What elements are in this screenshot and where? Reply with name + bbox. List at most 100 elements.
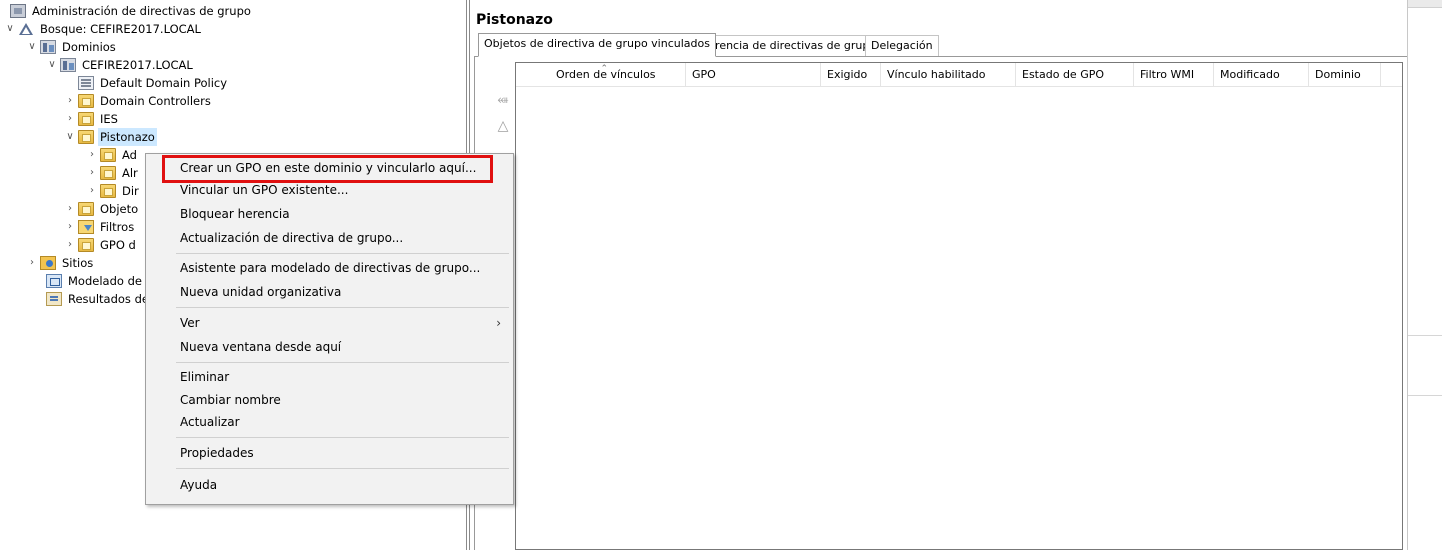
column-header-domain[interactable]: Dominio	[1309, 63, 1381, 87]
tree-item-label: Administración de directivas de grupo	[32, 4, 251, 18]
menu-item-rename[interactable]: Cambiar nombre	[146, 389, 513, 411]
tree-item-label: CEFIRE2017.LOCAL	[82, 58, 193, 72]
ou-folder-icon	[100, 148, 116, 162]
tree-item-label: Default Domain Policy	[100, 76, 228, 90]
menu-item-delete[interactable]: Eliminar	[146, 366, 513, 388]
column-header-wmi-filter[interactable]: Filtro WMI	[1134, 63, 1214, 87]
tree-item-label: GPO d	[100, 238, 136, 252]
tree-item-default-domain-policy[interactable]: Default Domain Policy	[76, 74, 229, 92]
menu-item-group-policy-update[interactable]: Actualización de directiva de grupo...	[146, 227, 513, 249]
column-header-modified[interactable]: Modificado	[1214, 63, 1309, 87]
sort-ascending-icon: ⌃	[600, 64, 609, 74]
tree-item-forest[interactable]: ∨ Bosque: CEFIRE2017.LOCAL	[4, 20, 203, 38]
modeling-icon	[46, 274, 62, 288]
menu-item-new-window[interactable]: Nueva ventana desde aquí	[146, 336, 513, 358]
tab-delegation[interactable]: Delegación	[865, 35, 939, 56]
tree-item-results[interactable]: Resultados de	[44, 290, 151, 308]
chevron-right-icon[interactable]: ›	[64, 236, 76, 254]
ou-folder-icon	[78, 130, 94, 144]
chevron-right-icon[interactable]: ›	[86, 146, 98, 164]
ou-folder-icon	[100, 166, 116, 180]
chevron-right-icon[interactable]: ›	[86, 164, 98, 182]
tree-item-ies[interactable]: › IES	[64, 110, 120, 128]
ou-folder-icon	[78, 94, 94, 108]
tree-item-label: Filtros	[100, 220, 135, 234]
menu-item-help[interactable]: Ayuda	[146, 474, 513, 496]
tree-item-modeling[interactable]: Modelado de	[44, 272, 144, 290]
chevron-right-icon[interactable]: ›	[26, 254, 38, 272]
chevron-down-icon[interactable]: ∨	[4, 20, 16, 38]
tree-item-domain[interactable]: ∨ CEFIRE2017.LOCAL	[46, 56, 195, 74]
chevron-right-icon[interactable]: ›	[86, 182, 98, 200]
chevron-down-icon[interactable]: ∨	[46, 56, 58, 74]
chevron-down-icon[interactable]: ∨	[64, 128, 76, 146]
column-header-link-order[interactable]: ⌃ Orden de vínculos	[516, 63, 686, 87]
menu-separator	[176, 362, 509, 363]
chevron-right-icon[interactable]: ›	[64, 110, 76, 128]
results-icon	[46, 292, 62, 306]
gpo-link-icon	[78, 76, 94, 90]
menu-separator	[176, 437, 509, 438]
chevron-down-icon[interactable]: ∨	[26, 38, 38, 56]
gpo-container-icon	[78, 202, 94, 216]
linked-gpo-table: ⌃ Orden de vínculos GPO Exigido Vínculo …	[515, 62, 1403, 550]
actions-pane-header	[1408, 0, 1442, 8]
tree-item-child-3[interactable]: › Dir	[86, 182, 141, 200]
ou-folder-icon	[78, 112, 94, 126]
tab-gp-inheritance[interactable]: Herencia de directivas de grupo	[694, 35, 883, 56]
tree-item-label: Modelado de	[68, 274, 142, 288]
chevron-right-icon[interactable]: ›	[64, 218, 76, 236]
chevron-right-icon[interactable]: ›	[64, 92, 76, 110]
menu-item-view[interactable]: Ver ›	[146, 312, 513, 334]
submenu-arrow-icon: ›	[496, 316, 501, 330]
domain-icon	[60, 58, 76, 72]
actions-pane-edge	[1407, 0, 1442, 550]
menu-item-new-ou[interactable]: Nueva unidad organizativa	[146, 281, 513, 303]
tree-item-gpo-objects[interactable]: › Objeto	[64, 200, 140, 218]
menu-separator	[176, 307, 509, 308]
tree-item-starter-gpos[interactable]: › GPO d	[64, 236, 138, 254]
menu-separator	[176, 253, 509, 254]
page-title: Pistonazo	[476, 12, 553, 28]
divider	[1408, 335, 1442, 336]
menu-item-modeling-wizard[interactable]: Asistente para modelado de directivas de…	[146, 257, 513, 279]
menu-item-properties[interactable]: Propiedades	[146, 442, 513, 464]
domains-icon	[40, 40, 56, 54]
tree-item-label: Ad	[122, 148, 137, 162]
tree-item-label: Dir	[122, 184, 139, 198]
starter-gpo-icon	[78, 238, 94, 252]
tree-item-root[interactable]: Administración de directivas de grupo	[8, 2, 253, 20]
divider	[1408, 395, 1442, 396]
tree-item-pistonazo[interactable]: ∨ Pistonazo	[64, 128, 157, 146]
filter-icon	[78, 220, 94, 234]
tree-item-child-1[interactable]: › Ad	[86, 146, 139, 164]
move-top-icon[interactable]: ⬵	[495, 92, 511, 108]
tree-item-label: Alr	[122, 166, 138, 180]
column-header-gpo-status[interactable]: Estado de GPO	[1016, 63, 1134, 87]
tree-item-label: Domain Controllers	[100, 94, 211, 108]
column-header-gpo[interactable]: GPO	[686, 63, 821, 87]
column-header-enforced[interactable]: Exigido	[821, 63, 881, 87]
menu-item-block-inheritance[interactable]: Bloquear herencia	[146, 203, 513, 225]
forest-icon	[18, 22, 34, 36]
tree-item-domains[interactable]: ∨ Dominios	[26, 38, 118, 56]
highlight-box	[162, 155, 493, 183]
menu-item-refresh[interactable]: Actualizar	[146, 411, 513, 433]
tree-item-child-2[interactable]: › Alr	[86, 164, 140, 182]
tree-item-label: Dominios	[62, 40, 116, 54]
menu-separator	[176, 468, 509, 469]
column-header-link-enabled[interactable]: Vínculo habilitado	[881, 63, 1016, 87]
tab-linked-gpos[interactable]: Objetos de directiva de grupo vinculados	[478, 33, 716, 57]
tree-item-label: Resultados de	[68, 292, 149, 306]
sites-icon	[40, 256, 56, 270]
gpm-icon	[10, 4, 26, 18]
tree-item-domain-controllers[interactable]: › Domain Controllers	[64, 92, 213, 110]
menu-item-label: Ver	[180, 316, 200, 330]
tree-item-sites[interactable]: › Sitios	[26, 254, 95, 272]
tree-item-label: Pistonazo	[98, 128, 157, 146]
move-up-icon[interactable]: △	[495, 118, 511, 134]
tree-item-label: IES	[100, 112, 118, 126]
tree-item-label: Sitios	[62, 256, 94, 270]
tree-item-wmi-filters[interactable]: › Filtros	[64, 218, 136, 236]
chevron-right-icon[interactable]: ›	[64, 200, 76, 218]
